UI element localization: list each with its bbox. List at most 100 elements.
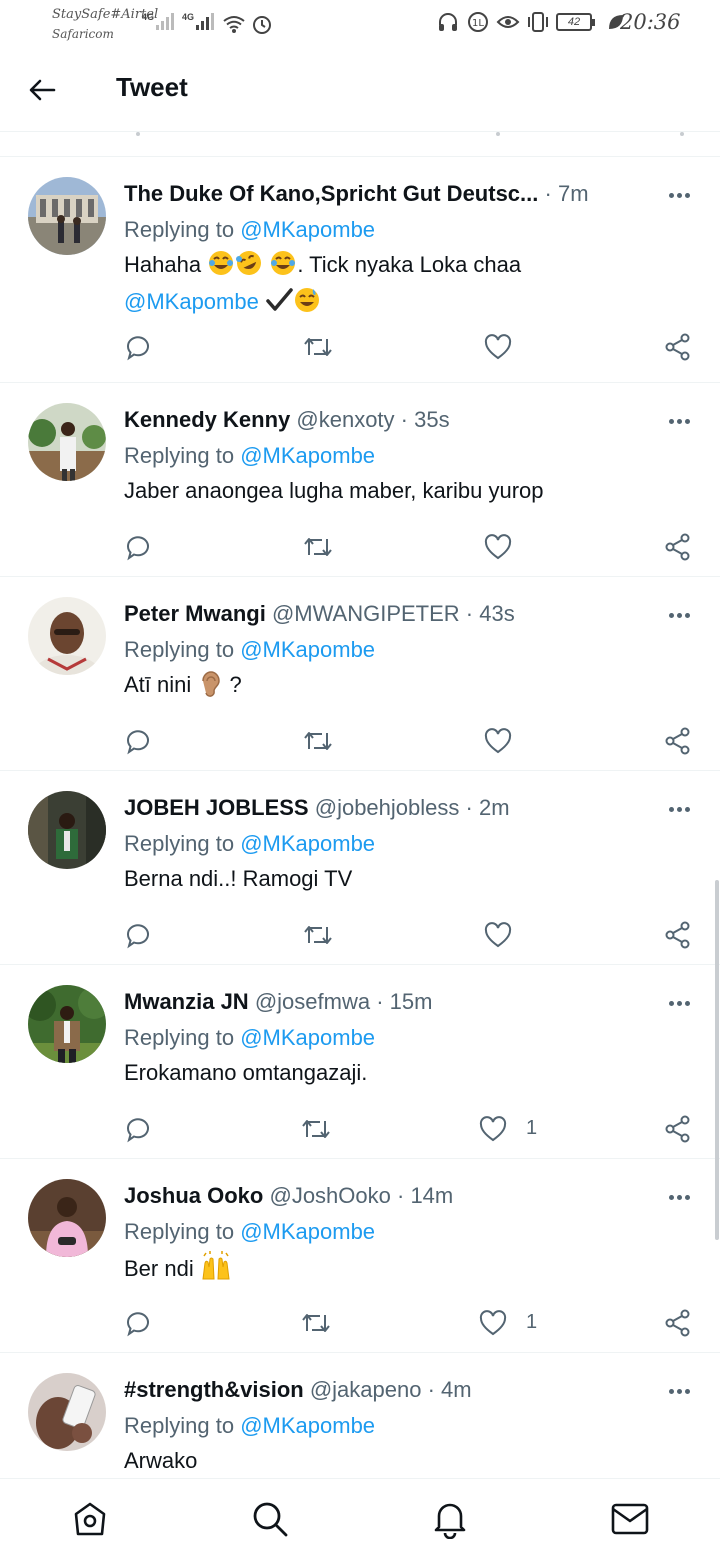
retweet-button[interactable] [296, 1303, 336, 1343]
more-options-button[interactable] [664, 797, 694, 821]
replying-to-mention[interactable]: @MKapombe [240, 1219, 375, 1244]
tweet-text: Atī nini ? [124, 669, 684, 706]
tweet-item[interactable]: #strength&vision @jakapeno · 4m Replying… [0, 1353, 720, 1493]
retweet-button[interactable] [298, 915, 338, 955]
replying-to: Replying to @MKapombe [124, 1023, 375, 1053]
speech-bubble-icon [127, 1312, 149, 1337]
status-icons: 1L 42 [436, 10, 628, 34]
eye-comfort-icon [496, 10, 520, 34]
more-options-button[interactable] [664, 991, 694, 1015]
tweet-item[interactable]: Mwanzia JN @josefmwa · 15m Replying to @… [0, 965, 720, 1159]
author-handle[interactable]: @jobehjobless [315, 795, 460, 820]
author-name[interactable]: Mwanzia JN [124, 989, 249, 1014]
arrow-left-icon [29, 79, 56, 101]
replying-to-mention[interactable]: @MKapombe [240, 1413, 375, 1438]
reply-button[interactable] [118, 1109, 158, 1149]
tweet-item[interactable]: Kennedy Kenny @kenxoty · 35s Replying to… [0, 383, 720, 577]
reply-button[interactable] [118, 721, 158, 761]
author-handle[interactable]: @MWANGIPETER [272, 601, 460, 626]
share-button[interactable] [658, 1303, 698, 1343]
tweet-item[interactable]: Peter Mwangi @MWANGIPETER · 43s Replying… [0, 577, 720, 771]
retweet-button[interactable] [296, 1109, 336, 1149]
replying-to: Replying to @MKapombe [124, 1217, 375, 1247]
more-options-button[interactable] [664, 409, 694, 433]
tweet-mention[interactable]: @MKapombe [124, 289, 259, 314]
tweet-item[interactable]: The Duke Of Kano,Spricht Gut Deutsc... ·… [0, 157, 720, 383]
avatar[interactable] [28, 985, 106, 1063]
avatar[interactable] [28, 177, 106, 255]
more-options-button[interactable] [664, 183, 694, 207]
share-button[interactable] [658, 527, 698, 567]
replying-to: Replying to @MKapombe [124, 441, 375, 471]
reply-button[interactable] [118, 527, 158, 567]
ear-emoji-icon [197, 669, 223, 706]
avatar[interactable] [28, 403, 106, 481]
author-name[interactable]: The Duke Of Kano,Spricht Gut Deutsc... [124, 181, 538, 206]
like-button[interactable] [478, 721, 518, 761]
author-name[interactable]: JOBEH JOBLESS [124, 795, 309, 820]
replying-to-mention[interactable]: @MKapombe [240, 1025, 375, 1050]
author-handle[interactable]: @jakapeno [310, 1377, 422, 1402]
rolling-laughing-emoji-icon [235, 249, 263, 286]
app-header: Tweet [0, 52, 720, 132]
reply-button[interactable] [118, 1303, 158, 1343]
avatar[interactable] [28, 597, 106, 675]
tweet-item[interactable]: JOBEH JOBLESS @jobehjobless · 2m Replyin… [0, 771, 720, 965]
search-button[interactable] [250, 1499, 290, 1539]
tweet-time: 2m [478, 795, 510, 820]
retweet-button[interactable] [298, 327, 338, 367]
like-button[interactable] [478, 327, 518, 367]
author-handle[interactable]: @kenxoty [296, 407, 394, 432]
avatar[interactable] [28, 1179, 106, 1257]
more-options-button[interactable] [664, 603, 694, 627]
back-button[interactable] [22, 70, 62, 110]
data-saver-icon [250, 12, 274, 36]
volte-icon: 1L [466, 10, 490, 34]
notifications-bell-icon [434, 1503, 466, 1539]
scrollbar[interactable] [715, 880, 719, 1240]
author-name[interactable]: Peter Mwangi [124, 601, 266, 626]
replying-to-mention[interactable]: @MKapombe [240, 443, 375, 468]
like-button[interactable] [473, 1303, 513, 1343]
more-options-button[interactable] [664, 1185, 694, 1209]
tweet-header: Mwanzia JN @josefmwa · 15m [124, 989, 433, 1014]
author-name[interactable]: #strength&vision [124, 1377, 304, 1402]
tears-of-joy-emoji-icon [207, 249, 235, 286]
retweet-icon [304, 338, 332, 356]
reply-button[interactable] [118, 327, 158, 367]
replying-label: Replying to [124, 1219, 235, 1244]
like-button[interactable] [478, 527, 518, 567]
author-name[interactable]: Joshua Ooko [124, 1183, 263, 1208]
grinning-sweat-emoji-icon [293, 286, 321, 323]
retweet-button[interactable] [298, 721, 338, 761]
replying-to-mention[interactable]: @MKapombe [240, 831, 375, 856]
retweet-icon [304, 732, 332, 750]
tweet-item[interactable]: Joshua Ooko @JoshOoko · 14m Replying to … [0, 1159, 720, 1353]
share-button[interactable] [658, 327, 698, 367]
share-icon [665, 727, 690, 755]
reply-button[interactable] [118, 915, 158, 955]
author-handle[interactable]: @josefmwa [255, 989, 370, 1014]
share-button[interactable] [658, 915, 698, 955]
messages-envelope-icon [611, 1503, 649, 1535]
home-button[interactable] [70, 1499, 110, 1539]
avatar[interactable] [28, 791, 106, 869]
replying-to-mention[interactable]: @MKapombe [240, 637, 375, 662]
more-options-button[interactable] [664, 1379, 694, 1403]
retweet-button[interactable] [298, 527, 338, 567]
replying-to-mention[interactable]: @MKapombe [240, 217, 375, 242]
avatar[interactable] [28, 1373, 106, 1451]
author-handle[interactable]: @JoshOoko [269, 1183, 390, 1208]
check-mark-emoji-icon [265, 286, 293, 323]
like-button[interactable] [473, 1109, 513, 1149]
notifications-button[interactable] [430, 1499, 470, 1539]
messages-button[interactable] [610, 1499, 650, 1539]
retweet-icon [302, 1314, 330, 1332]
tweet-time: 43s [479, 601, 515, 626]
tweet-header: #strength&vision @jakapeno · 4m [124, 1377, 472, 1402]
like-button[interactable] [478, 915, 518, 955]
author-name[interactable]: Kennedy Kenny [124, 407, 290, 432]
share-button[interactable] [658, 721, 698, 761]
battery-icon: 42 [556, 13, 595, 31]
share-button[interactable] [658, 1109, 698, 1149]
